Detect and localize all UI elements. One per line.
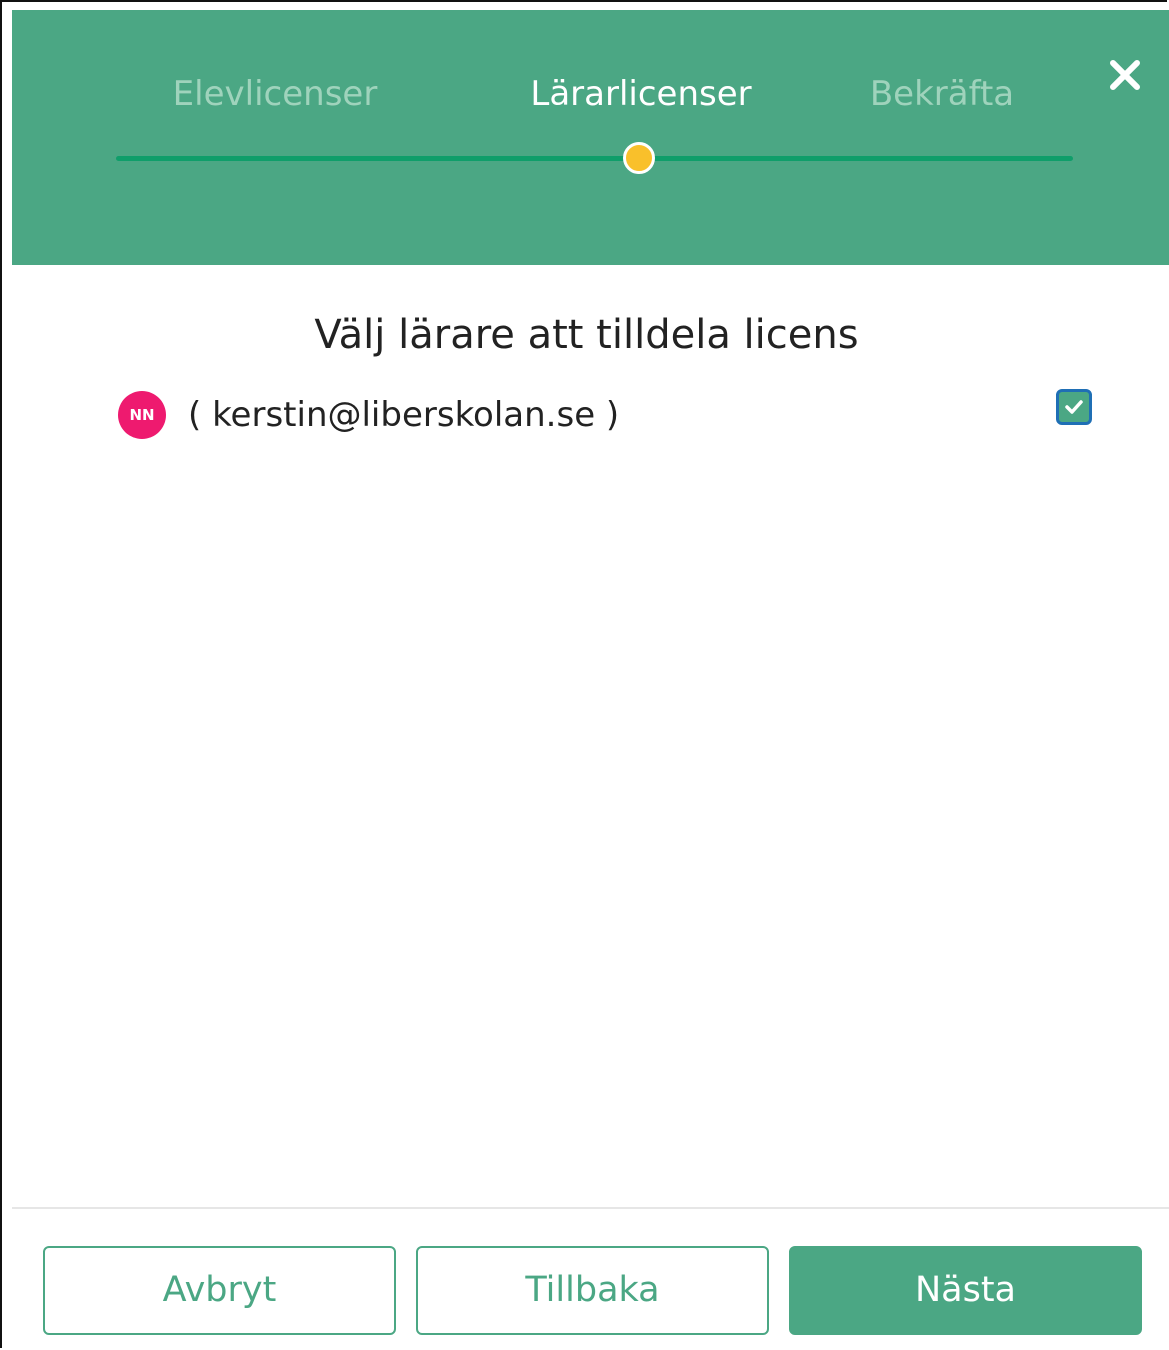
step-bekrafta: Bekräfta bbox=[869, 74, 1015, 114]
step-lararlicenser: Lärarlicenser bbox=[530, 74, 752, 114]
teacher-email: ( kerstin@liberskolan.se ) bbox=[188, 395, 620, 435]
cancel-button[interactable]: Avbryt bbox=[43, 1246, 396, 1335]
avatar: NN bbox=[118, 391, 166, 439]
footer-divider bbox=[12, 1207, 1169, 1209]
teacher-checkbox[interactable] bbox=[1056, 389, 1092, 425]
license-wizard-dialog: Elevlicenser Lärarlicenser Bekräfta Välj… bbox=[0, 0, 1169, 1348]
progress-indicator bbox=[623, 142, 655, 174]
back-button[interactable]: Tillbaka bbox=[416, 1246, 769, 1335]
step-elevlicenser: Elevlicenser bbox=[172, 74, 378, 114]
close-icon[interactable] bbox=[1107, 57, 1143, 93]
page-title: Välj lärare att tilldela licens bbox=[314, 312, 859, 358]
progress-track bbox=[116, 156, 1073, 161]
checkmark-icon bbox=[1065, 400, 1083, 414]
wizard-header: Elevlicenser Lärarlicenser Bekräfta bbox=[12, 10, 1169, 265]
teacher-row: NN ( kerstin@liberskolan.se ) bbox=[118, 387, 1098, 443]
next-button[interactable]: Nästa bbox=[789, 1246, 1142, 1335]
